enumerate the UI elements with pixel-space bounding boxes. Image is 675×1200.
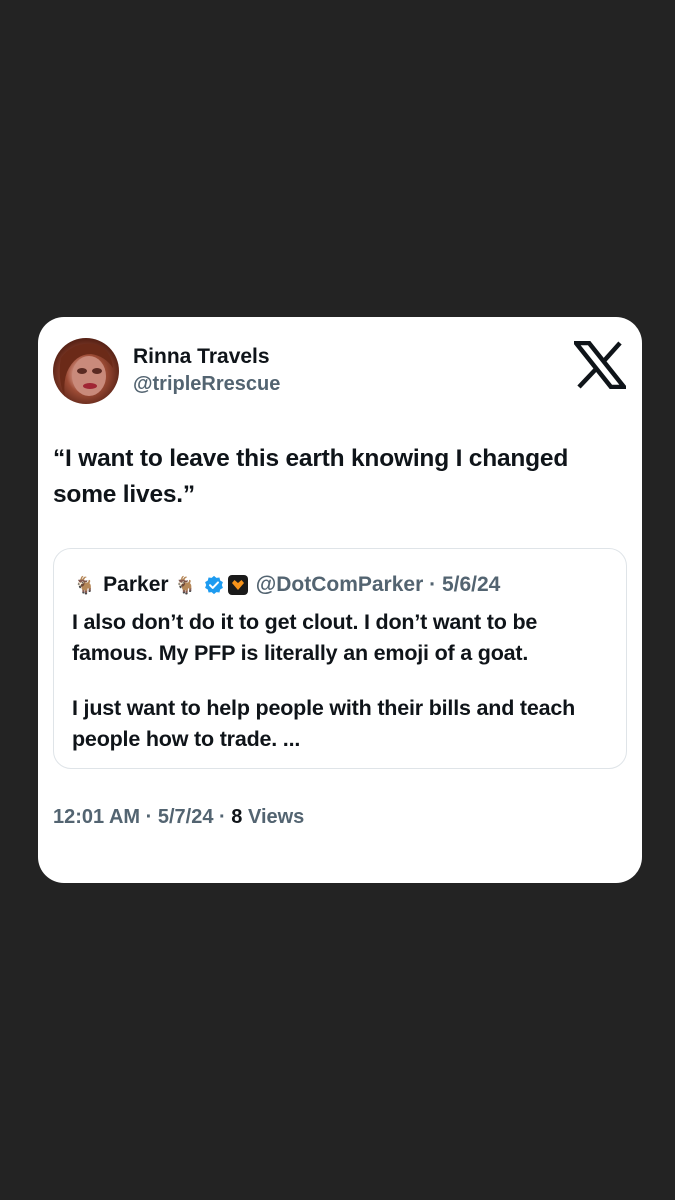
quoted-author-handle[interactable]: @DotComParker xyxy=(256,573,424,597)
affiliate-badge-icon xyxy=(227,575,248,595)
quoted-tweet-paragraph: I also don’t do it to get clout. I don’t… xyxy=(72,610,538,665)
views-label: Views xyxy=(247,806,305,828)
quoted-tweet-text: I also don’t do it to get clout. I don’t… xyxy=(72,607,612,755)
tweet-time[interactable]: 12:01 AM xyxy=(53,806,140,828)
quoted-tweet-date[interactable]: 5/6/24 xyxy=(442,573,500,597)
x-logo-icon[interactable] xyxy=(574,341,626,389)
avatar-image xyxy=(59,343,113,398)
tweet-text: “I want to leave this earth knowing I ch… xyxy=(53,445,569,508)
author-handle[interactable]: @tripleRrescue xyxy=(133,373,280,396)
meta-separator: · xyxy=(145,806,153,828)
quoted-tweet-date-separator: · xyxy=(429,573,437,596)
tweet-date[interactable]: 5/7/24 xyxy=(158,806,214,828)
tweet-meta: 12:01 AM · 5/7/24 · 8 Views xyxy=(53,806,304,829)
quoted-tweet[interactable]: 🐐 Parker 🐐 @DotComParker · 5/6/24 I also… xyxy=(53,548,627,769)
goat-emoji-icon: 🐐 xyxy=(174,575,196,595)
goat-emoji-icon: 🐐 xyxy=(74,575,96,595)
verified-badge-icon xyxy=(204,575,223,595)
quoted-author-name[interactable]: Parker xyxy=(103,573,168,597)
quoted-tweet-paragraph: I just want to help people with their bi… xyxy=(72,696,576,751)
meta-separator: · xyxy=(219,806,226,828)
quoted-tweet-header: 🐐 Parker 🐐 @DotComParker · 5/6/24 xyxy=(74,571,500,599)
views-count[interactable]: 8 xyxy=(231,806,242,828)
tweet-card[interactable]: Rinna Travels @tripleRrescue “I want to … xyxy=(38,317,642,883)
author-avatar[interactable] xyxy=(53,338,119,404)
author-name[interactable]: Rinna Travels xyxy=(133,345,270,369)
